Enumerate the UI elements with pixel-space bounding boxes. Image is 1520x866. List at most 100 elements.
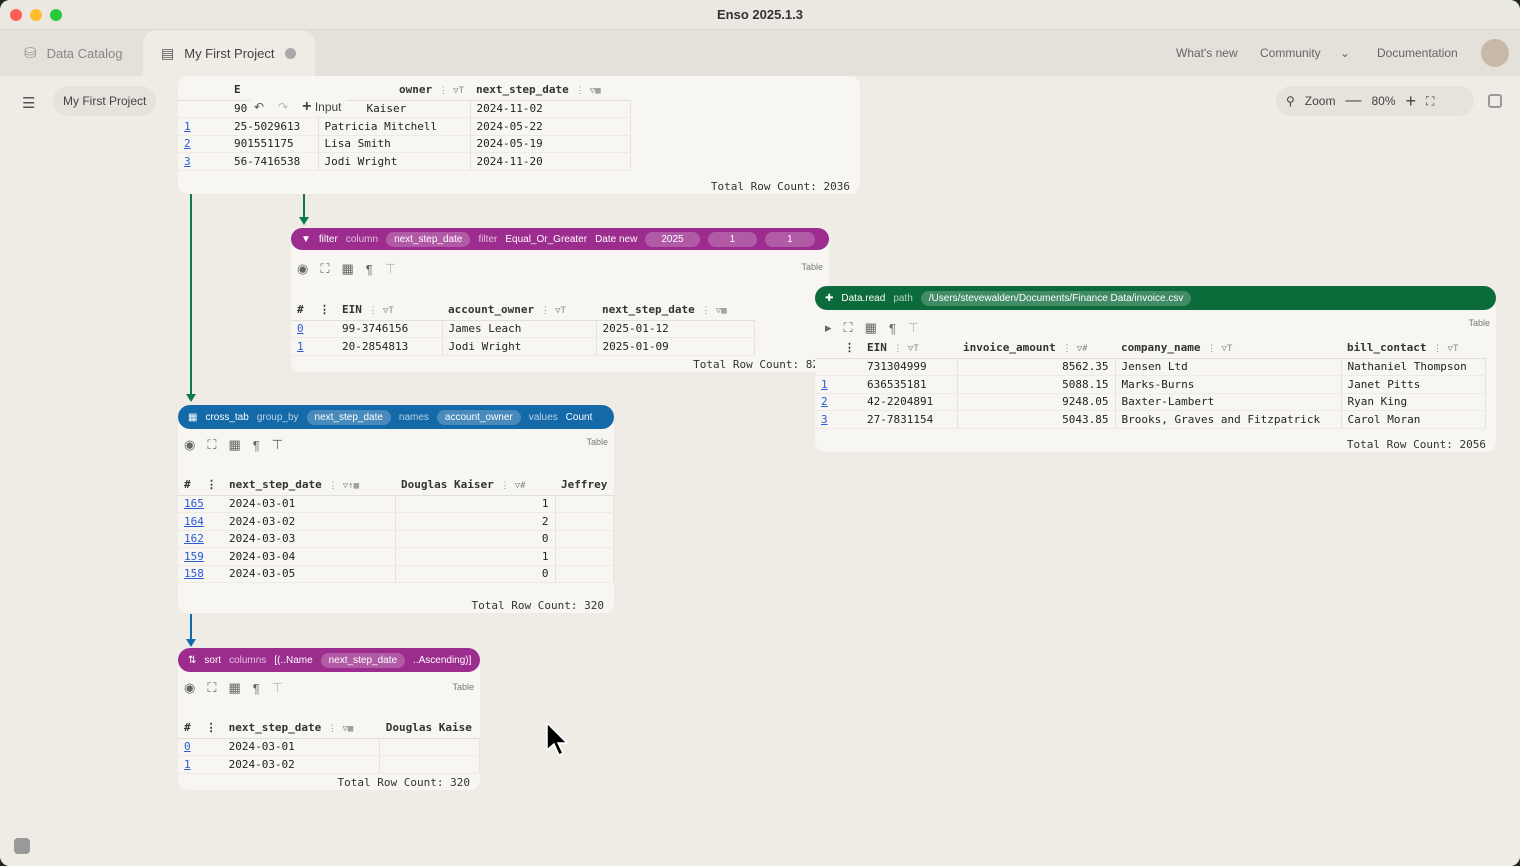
zoom-out-button[interactable]: — [1345, 92, 1361, 110]
viz-type-label[interactable]: Table [801, 262, 823, 272]
redo-icon[interactable]: ↷ [278, 100, 288, 114]
column-header[interactable]: Douglas Kaise [379, 718, 480, 739]
expand-icon[interactable]: ⛶ [207, 437, 216, 453]
add-row-icon[interactable]: ⊤ [272, 437, 283, 453]
add-row-icon[interactable]: ⊤ [908, 320, 919, 336]
filter-component[interactable]: ▼ filter column next_step_date filter Eq… [291, 228, 829, 250]
table-view-icon[interactable]: ▦ [228, 680, 240, 696]
graph-canvas[interactable]: ☰ My First Project ↻ ▶ ⚲ Zoom — 80% + ⛶ … [0, 76, 1520, 866]
column-header[interactable]: company_name ⋮ ▽T [1115, 338, 1341, 359]
year-arg[interactable]: 2025 [645, 231, 700, 247]
column-header[interactable]: EIN ⋮ ▽T [861, 338, 957, 359]
sort-column-arg[interactable]: next_step_date [320, 652, 406, 668]
tab-close-icon[interactable] [284, 47, 296, 59]
table-row: 0 99-3746156 James Leach 2025-01-12 [291, 320, 755, 338]
chevron-down-icon[interactable]: ⌄ [1340, 30, 1350, 76]
expand-icon[interactable]: ⛶ [207, 680, 216, 696]
zoom-control: ⚲ Zoom — 80% + ⛶ [1276, 86, 1474, 116]
names-arg[interactable]: account_owner [436, 409, 521, 425]
node-top-table[interactable]: E owner ⋮ ▽T next_step_date ⋮ ▽▦ 90 Kaise… [178, 76, 860, 194]
viz-type-label[interactable]: Table [586, 437, 608, 447]
viz-toolbar: ◉ ⛶ ▦ ¶ ⊤ [297, 261, 396, 277]
menu-icon[interactable]: ☰ [22, 94, 35, 112]
column-header[interactable] [178, 80, 228, 101]
values-arg[interactable]: Count [566, 412, 593, 423]
chevron-right-icon[interactable]: ▸ [825, 320, 832, 336]
filter-op-arg[interactable]: Equal_Or_Greater [505, 234, 587, 245]
whats-new-link[interactable]: What's new [1176, 30, 1238, 76]
minimize-window-button[interactable] [30, 9, 42, 21]
group-by-arg[interactable]: next_step_date [306, 409, 391, 425]
expand-icon[interactable]: ⛶ [320, 261, 329, 277]
close-window-button[interactable] [10, 9, 22, 21]
side-panel-toggle[interactable] [1488, 94, 1502, 108]
zoom-in-button[interactable]: + [1406, 91, 1417, 112]
day-arg[interactable]: 1 [765, 231, 815, 247]
column-header[interactable]: account_owner ⋮ ▽T [442, 300, 596, 321]
fullscreen-icon[interactable]: ⛶ [1426, 94, 1434, 109]
column-header[interactable]: next_step_date ⋮ ▽↑▦ [223, 475, 395, 496]
viz-type-label[interactable]: Table [1468, 318, 1490, 328]
project-breadcrumb[interactable]: My First Project [53, 86, 157, 116]
search-icon: ⚲ [1286, 94, 1295, 108]
table-view-icon[interactable]: ▦ [341, 261, 353, 277]
add-row-icon[interactable]: ⊤ [272, 680, 283, 696]
viz-type-label[interactable]: Table [452, 682, 474, 692]
eye-icon[interactable]: ◉ [184, 680, 195, 696]
path-arg[interactable]: /Users/stevewalden/Documents/Finance Dat… [920, 290, 1192, 306]
table-row: 162 2024-03-03 0 [178, 530, 614, 548]
column-arg[interactable]: next_step_date [386, 231, 471, 247]
edge-arrow [186, 639, 196, 647]
avatar[interactable] [1481, 39, 1509, 67]
table-row: 731304999 8562.35 Jensen Ltd Nathaniel Thom… [815, 358, 1486, 376]
column-menu-icon[interactable]: ⋮ [313, 300, 336, 321]
expand-icon[interactable]: ⛶ [844, 320, 853, 336]
bottom-panel-toggle[interactable] [14, 838, 30, 854]
input-label: Input [314, 100, 342, 114]
sort-component[interactable]: ⇅ sort columns [(..Name next_step_date .… [178, 648, 480, 672]
documentation-link[interactable]: Documentation [1377, 30, 1458, 76]
tab-data-catalog[interactable]: ⛁ Data Catalog [6, 30, 140, 76]
column-header[interactable]: EIN ⋮ ▽T [336, 300, 442, 321]
total-row-count: Total Row Count: 2036 [710, 180, 850, 193]
tab-bar: ⛁ Data Catalog ▤ My First Project What's… [0, 30, 1520, 76]
pilcrow-icon[interactable]: ¶ [889, 321, 896, 336]
column-header[interactable]: owner ⋮ ▽T [318, 80, 470, 101]
sort-order-arg[interactable]: ..Ascending)] [413, 655, 471, 666]
table-view-icon[interactable]: ▦ [865, 320, 877, 336]
table-row: 2 901551175 Lisa Smith 2024-05-19 [178, 135, 631, 153]
pilcrow-icon[interactable]: ¶ [253, 681, 260, 696]
column-header[interactable]: bill_contact ⋮ ▽T [1341, 338, 1485, 359]
column-header[interactable]: Jeffrey [555, 475, 614, 496]
column-header[interactable]: next_step_date ⋮ ▽▦ [470, 80, 630, 101]
column-header[interactable]: E [228, 80, 318, 101]
table-view-icon[interactable]: ▦ [228, 437, 240, 453]
month-arg[interactable]: 1 [707, 231, 758, 247]
total-row-count: Total Row Count: 2056 [1346, 438, 1486, 451]
community-link[interactable]: Community [1260, 30, 1321, 76]
eye-icon[interactable]: ◉ [297, 261, 308, 277]
column-header[interactable]: Douglas Kaiser ⋮ ▽# [395, 475, 555, 496]
table-row: 3 27-7831154 5043.85 Brooks, Graves and Fit… [815, 410, 1486, 429]
column-menu-icon[interactable]: ⋮ [815, 338, 861, 359]
node-filter[interactable]: ▼ filter column next_step_date filter Eq… [291, 228, 829, 372]
undo-icon[interactable]: ↶ [254, 100, 264, 114]
column-menu-icon[interactable]: ⋮ [200, 475, 223, 496]
tab-my-first-project[interactable]: ▤ My First Project [143, 30, 315, 76]
column-header[interactable]: next_step_date ⋮ ▽▦ [222, 718, 380, 739]
add-row-icon[interactable]: ⊤ [385, 261, 396, 277]
eye-icon[interactable]: ◉ [184, 437, 195, 453]
column-header[interactable]: invoice_amount ⋮ ▽# [957, 338, 1115, 359]
node-cross-tab[interactable]: ▦ cross_tab group_by next_step_date name… [178, 405, 614, 613]
add-input-button[interactable]: + Input [302, 98, 341, 116]
pilcrow-icon[interactable]: ¶ [366, 262, 373, 277]
pilcrow-icon[interactable]: ¶ [253, 438, 260, 453]
column-header[interactable]: next_step_date ⋮ ▽▦ [596, 300, 754, 321]
node-sort[interactable]: ⇅ sort columns [(..Name next_step_date .… [178, 648, 480, 790]
data-read-component[interactable]: ✚ Data.read path /Users/stevewalden/Docu… [815, 286, 1496, 310]
column-menu-icon[interactable]: ⋮ [199, 718, 223, 739]
cross-tab-component[interactable]: ▦ cross_tab group_by next_step_date name… [178, 405, 614, 429]
table-row: 1 20-2854813 Jodi Wright 2025-01-09 [291, 337, 755, 356]
zoom-window-button[interactable] [50, 9, 62, 21]
node-data-read[interactable]: ✚ Data.read path /Users/stevewalden/Docu… [815, 286, 1496, 452]
